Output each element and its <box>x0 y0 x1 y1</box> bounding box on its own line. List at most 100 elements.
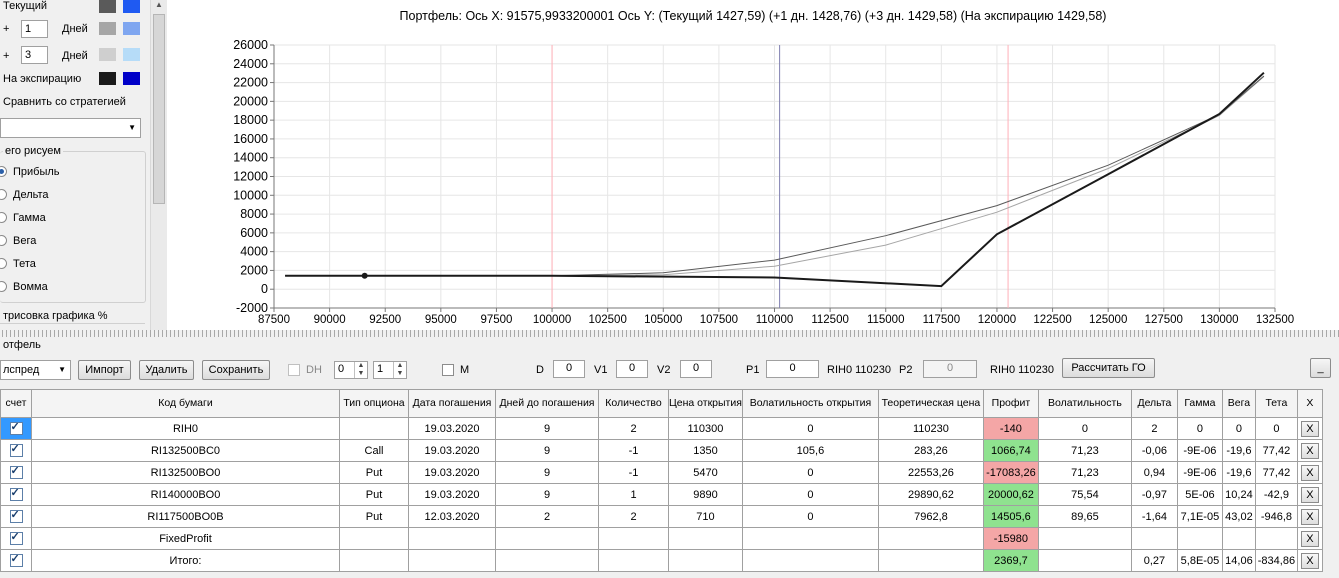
days-input-2[interactable] <box>21 46 48 64</box>
col-header-code[interactable]: Код бумаги <box>31 389 340 418</box>
cell-theta[interactable] <box>1254 527 1298 550</box>
col-header-days-to-expiry[interactable]: Дней до погашения <box>495 389 599 418</box>
minimize-button[interactable]: _ <box>1310 358 1331 378</box>
cell-gamma[interactable]: 7,1E-05 <box>1176 505 1223 528</box>
cell-volatility[interactable] <box>1037 549 1132 572</box>
cell-profit[interactable]: 2369,7 <box>982 549 1039 572</box>
cell-profit[interactable]: 14505,6 <box>982 505 1039 528</box>
cell-theta[interactable]: -834,86 <box>1254 549 1298 572</box>
cell-option-type[interactable] <box>339 527 409 550</box>
spin-arrows-icon[interactable]: ▲ ▼ <box>354 362 367 378</box>
cell-theoretical-price[interactable]: 29890,62 <box>877 483 984 506</box>
cell-option-type[interactable] <box>339 549 409 572</box>
row-checkbox[interactable] <box>9 442 23 457</box>
cell-theoretical-price[interactable] <box>877 549 984 572</box>
cell-quantity[interactable]: 2 <box>598 417 669 440</box>
col-header-gamma[interactable]: Гамма <box>1176 389 1223 418</box>
cell-volatility[interactable]: 71,23 <box>1037 439 1132 462</box>
cell-days-to-expiry[interactable] <box>495 527 599 550</box>
strategy-select[interactable]: лспред ▼ <box>0 360 71 380</box>
cell-theoretical-price[interactable]: 283,26 <box>877 439 984 462</box>
cell-code[interactable]: RI132500BC0 <box>31 439 340 462</box>
spin-input-2[interactable]: 1 ▲ ▼ <box>373 361 407 379</box>
cell-expiry-date[interactable]: 19.03.2020 <box>408 483 496 506</box>
col-header-open-volatility[interactable]: Волатильность открытия <box>741 389 879 418</box>
row-checkbox[interactable] <box>9 420 23 435</box>
v1-input[interactable]: 0 <box>616 360 648 378</box>
compare-strategy-select[interactable]: ▼ <box>0 118 141 138</box>
cell-days-to-expiry[interactable]: 9 <box>495 439 599 462</box>
row-checkbox[interactable] <box>9 552 23 567</box>
cell-code[interactable]: RI132500BO0 <box>31 461 340 484</box>
row-checkbox-cell[interactable] <box>0 461 32 484</box>
delete-button[interactable]: Удалить <box>139 360 194 380</box>
col-header-expiry-date[interactable]: Дата погашения <box>408 389 496 418</box>
cell-open-price[interactable] <box>668 549 743 572</box>
cell-delta[interactable]: -0,97 <box>1130 483 1178 506</box>
import-button[interactable]: Импорт <box>78 360 131 380</box>
row-checkbox[interactable] <box>9 464 23 479</box>
table-row[interactable]: Итого: 2369,7 0,275,8E-0514,06-834,86X <box>0 549 1323 572</box>
cell-vega[interactable]: 43,02 <box>1221 505 1256 528</box>
cell-vega[interactable]: -19,6 <box>1221 439 1256 462</box>
days1-color-2[interactable] <box>123 22 140 35</box>
cell-expiry-date[interactable]: 19.03.2020 <box>408 417 496 440</box>
cell-theta[interactable]: -42,9 <box>1254 483 1298 506</box>
row-checkbox-cell[interactable] <box>0 439 32 462</box>
col-header-theta[interactable]: Тета <box>1254 389 1298 418</box>
col-header-quantity[interactable]: Количество <box>598 389 669 418</box>
cell-code[interactable]: FixedProfit <box>31 527 340 550</box>
cell-expiry-date[interactable] <box>408 549 496 572</box>
p2-input[interactable]: 0 <box>923 360 977 378</box>
cell-quantity[interactable]: 1 <box>598 483 669 506</box>
row-checkbox-cell[interactable] <box>0 527 32 550</box>
cell-profit[interactable]: 1066,74 <box>982 439 1039 462</box>
cell-open-volatility[interactable] <box>741 549 879 572</box>
cell-open-price[interactable]: 1350 <box>668 439 743 462</box>
cell-quantity[interactable]: -1 <box>598 439 669 462</box>
cell-expiry-date[interactable]: 12.03.2020 <box>408 505 496 528</box>
cell-theoretical-price[interactable]: 7962,8 <box>877 505 984 528</box>
cell-gamma[interactable]: 5,8E-05 <box>1176 549 1223 572</box>
cell-option-type[interactable] <box>339 417 409 440</box>
cell-theta[interactable]: 77,42 <box>1254 439 1298 462</box>
cell-delta[interactable]: 2 <box>1130 417 1178 440</box>
cell-volatility[interactable]: 0 <box>1037 417 1132 440</box>
row-checkbox[interactable] <box>9 530 23 545</box>
remove-row-button[interactable]: X <box>1300 486 1319 503</box>
cell-gamma[interactable] <box>1176 527 1223 550</box>
days3-color-1[interactable] <box>99 48 116 61</box>
expiration-color-2[interactable] <box>123 72 140 85</box>
scroll-up-icon[interactable]: ▲ <box>155 0 163 9</box>
col-header-theoretical-price[interactable]: Теоретическая цена <box>877 389 984 418</box>
row-checkbox-cell[interactable] <box>0 549 32 572</box>
remove-row-button[interactable]: X <box>1300 552 1319 569</box>
cell-volatility[interactable]: 71,23 <box>1037 461 1132 484</box>
current-color-1[interactable] <box>99 0 116 13</box>
remove-row-button[interactable]: X <box>1300 530 1319 547</box>
cell-delta[interactable]: -0,06 <box>1130 439 1178 462</box>
cell-quantity[interactable] <box>598 527 669 550</box>
expiration-color-1[interactable] <box>99 72 116 85</box>
cell-open-volatility[interactable]: 105,6 <box>741 439 879 462</box>
cell-theoretical-price[interactable]: 22553,26 <box>877 461 984 484</box>
spin-arrows-icon[interactable]: ▲ ▼ <box>393 362 406 378</box>
table-row[interactable]: FixedProfit -15980 X <box>0 527 1323 550</box>
row-checkbox-cell[interactable] <box>0 505 32 528</box>
cell-open-volatility[interactable]: 0 <box>741 461 879 484</box>
table-row[interactable]: RI132500BO0Put19.03.20209-15470022553,26… <box>0 461 1323 484</box>
cell-theta[interactable]: 0 <box>1254 417 1298 440</box>
cell-days-to-expiry[interactable]: 9 <box>495 461 599 484</box>
cell-open-volatility[interactable]: 0 <box>741 483 879 506</box>
p1-input[interactable]: 0 <box>766 360 819 378</box>
cell-profit[interactable]: -15980 <box>982 527 1039 550</box>
remove-row-button[interactable]: X <box>1300 420 1319 437</box>
col-header-profit[interactable]: Профит <box>982 389 1039 418</box>
cell-days-to-expiry[interactable] <box>495 549 599 572</box>
table-row[interactable]: RI140000BO0Put19.03.2020919890029890,622… <box>0 483 1323 506</box>
cell-days-to-expiry[interactable]: 9 <box>495 483 599 506</box>
cell-open-volatility[interactable] <box>741 527 879 550</box>
cell-vega[interactable]: -19,6 <box>1221 461 1256 484</box>
cell-code[interactable]: RI117500BO0B <box>31 505 340 528</box>
scrollbar-thumb[interactable] <box>153 14 165 204</box>
